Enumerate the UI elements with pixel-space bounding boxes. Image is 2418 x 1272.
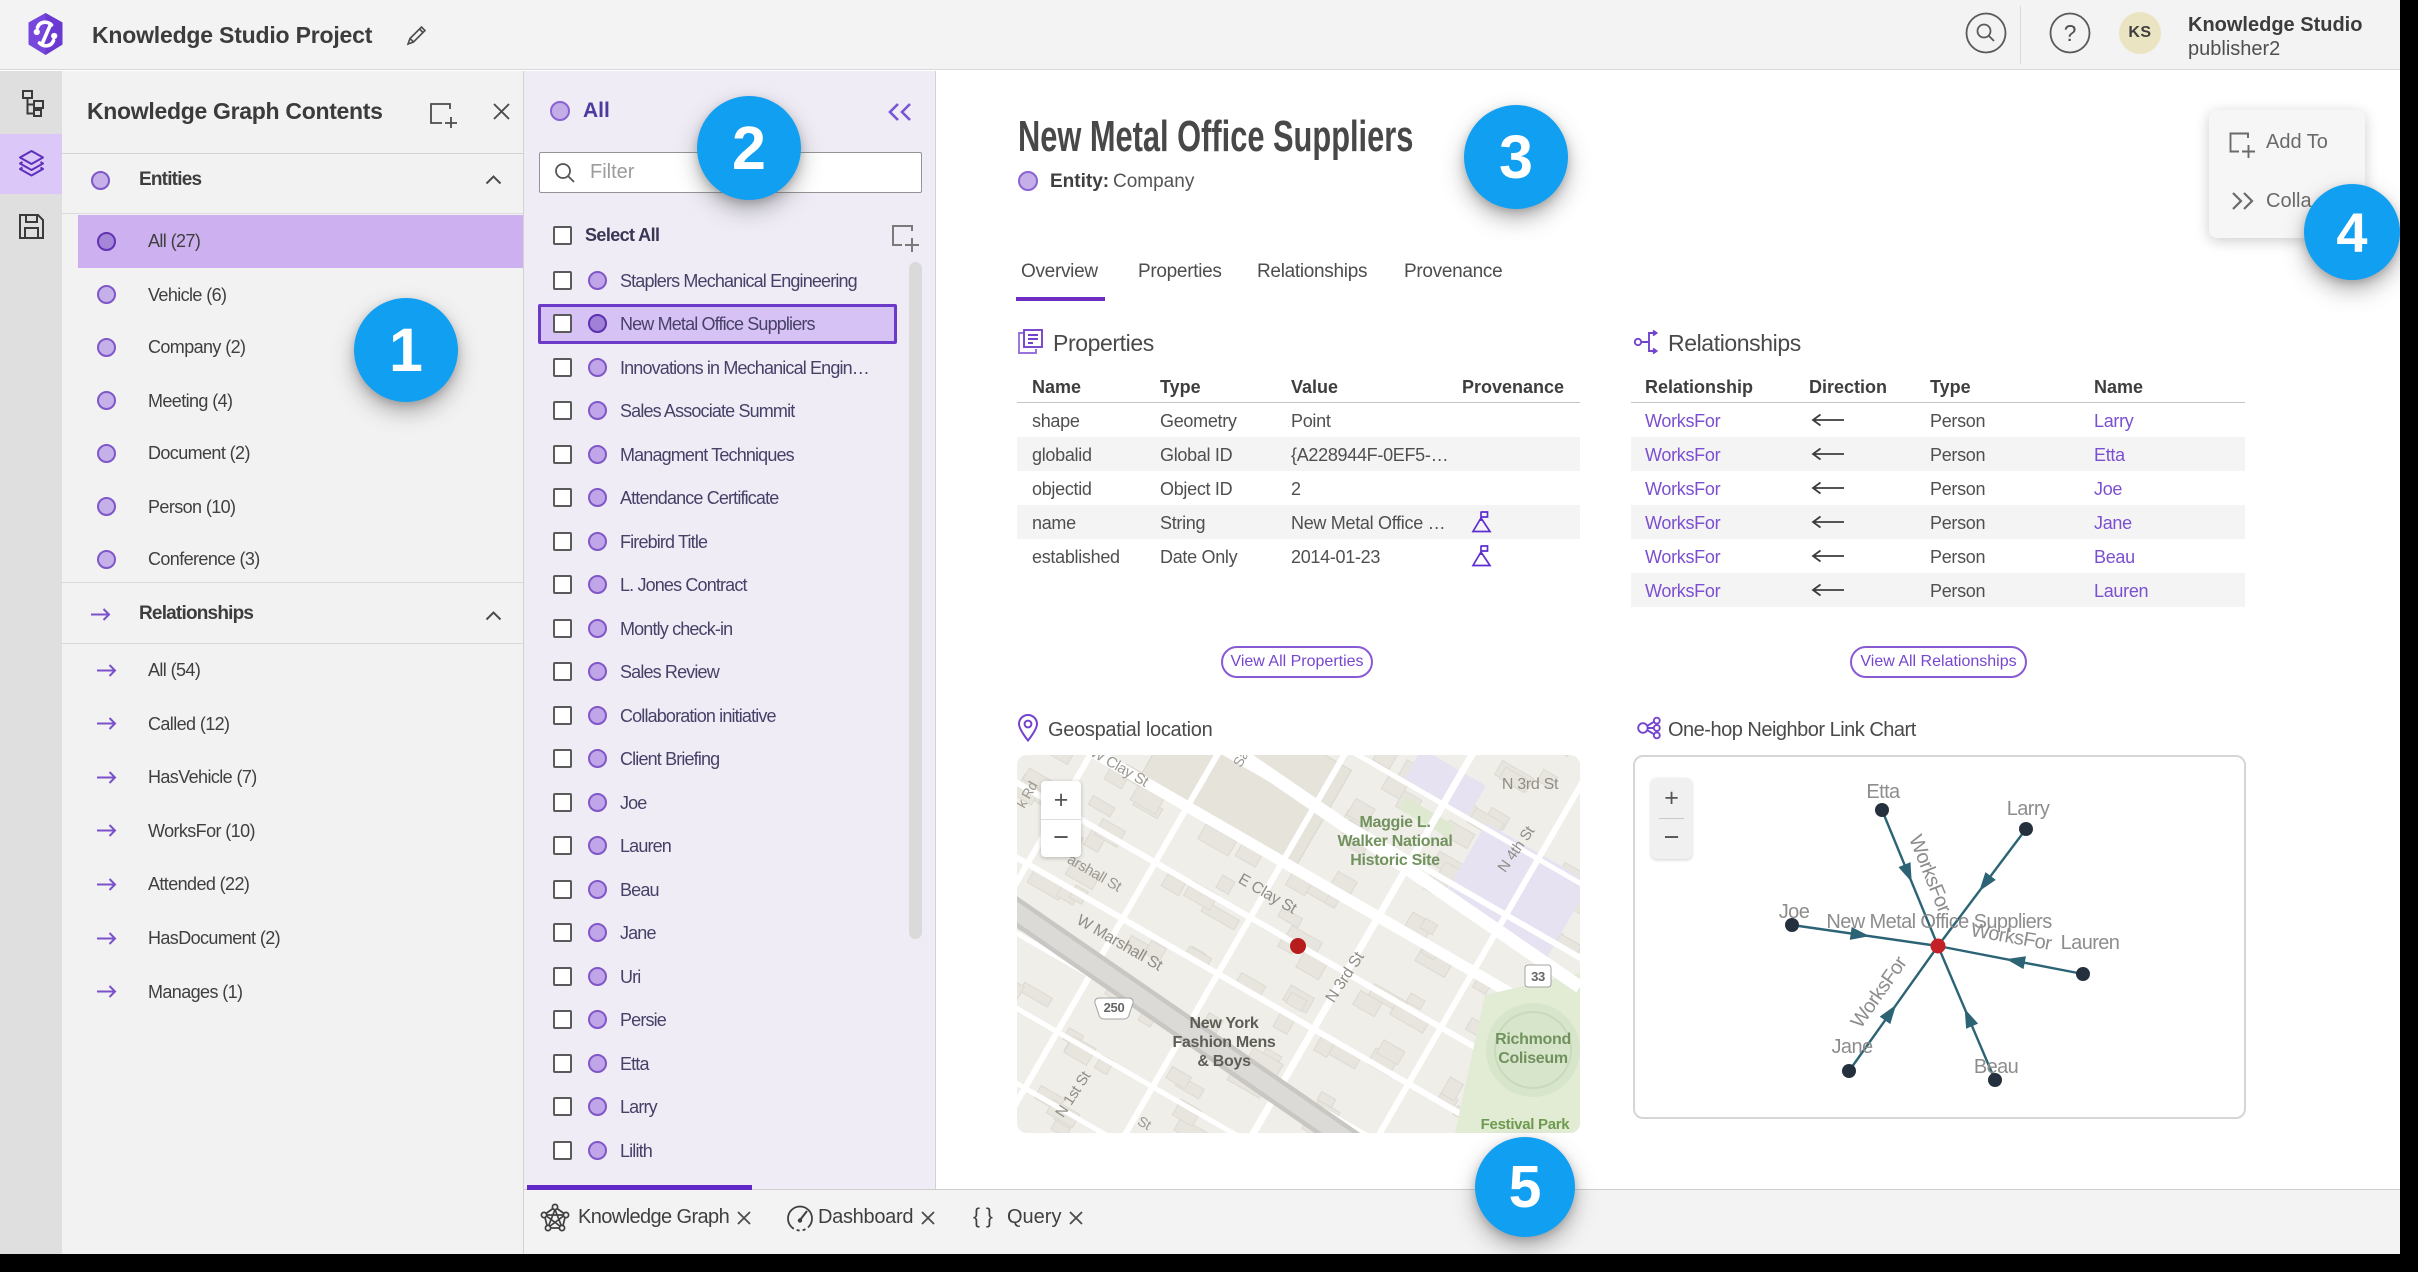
svg-text:Historic Site: Historic Site (1350, 852, 1440, 869)
svg-text:Lauren: Lauren (2061, 932, 2120, 954)
svg-text:Richmond: Richmond (1495, 1031, 1571, 1048)
svg-text:Coliseum: Coliseum (1498, 1050, 1568, 1067)
svg-text:Beau: Beau (1974, 1056, 2018, 1078)
svg-text:& Boys: & Boys (1197, 1053, 1251, 1070)
svg-text:Maggie L.: Maggie L. (1359, 814, 1430, 831)
svg-text:250: 250 (1104, 1000, 1125, 1015)
svg-text:Fashion Mens: Fashion Mens (1172, 1034, 1275, 1051)
svg-text:33: 33 (1531, 969, 1545, 984)
svg-text:Festival Park: Festival Park (1481, 1116, 1571, 1133)
svg-text:Walker National: Walker National (1338, 833, 1453, 850)
svg-text:WorksFor: WorksFor (1904, 832, 1955, 917)
svg-text:N 3rd St: N 3rd St (1502, 776, 1559, 793)
svg-text:WorksFor: WorksFor (1847, 952, 1912, 1032)
svg-text:Jane: Jane (1832, 1036, 1873, 1058)
svg-text:Larry: Larry (2007, 798, 2050, 820)
svg-text:Joe: Joe (1779, 901, 1810, 923)
svg-text:Etta: Etta (1866, 781, 1901, 803)
svg-text:New York: New York (1189, 1015, 1258, 1032)
